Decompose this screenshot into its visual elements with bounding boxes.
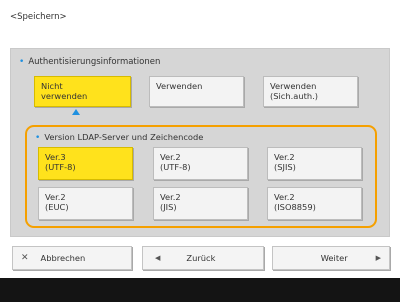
ldap-version-group: • Version LDAP-Server und Zeichencode Ver… [25, 125, 377, 228]
arrow-left-icon: ◀ [155, 254, 161, 262]
auth-option-verwenden-sich-auth[interactable]: Verwenden (Sich.auth.) [263, 76, 358, 107]
ldap-option-ver2-utf8[interactable]: Ver.2 (UTF-8) [153, 147, 248, 180]
ldap-option-ver2-jis[interactable]: Ver.2 (JIS) [153, 187, 248, 220]
bottom-bar: ✕ Abbrechen ◀ Zurück Weiter ▶ [0, 246, 400, 270]
auth-option-nicht-verwenden[interactable]: Nicht verwenden [34, 76, 131, 107]
ldap-option-ver3-utf8[interactable]: Ver.3 (UTF-8) [38, 147, 133, 180]
arrow-right-icon: ▶ [375, 254, 381, 262]
cancel-button[interactable]: ✕ Abbrechen [12, 246, 132, 270]
ldap-option-ver2-sjis[interactable]: Ver.2 (SJIS) [267, 147, 362, 180]
auth-section-label: • Authentisierungsinformationen [19, 57, 161, 67]
arrow-up-icon [72, 109, 80, 115]
ldap-option-ver2-iso8859[interactable]: Ver.2 (ISO8859) [267, 187, 362, 220]
screen-title: <Speichern> [10, 12, 67, 22]
bullet-icon: • [19, 57, 25, 67]
back-button[interactable]: ◀ Zurück [142, 246, 264, 270]
bullet-icon: • [35, 133, 41, 143]
next-button[interactable]: Weiter ▶ [272, 246, 390, 270]
close-icon: ✕ [21, 253, 29, 263]
auth-option-verwenden[interactable]: Verwenden [149, 76, 244, 107]
footer-bar [0, 278, 400, 302]
ldap-section-label: • Version LDAP-Server und Zeichencode [35, 132, 204, 143]
settings-panel: • Authentisierungsinformationen Nicht ver… [10, 48, 390, 237]
ldap-option-ver2-euc[interactable]: Ver.2 (EUC) [38, 187, 133, 220]
